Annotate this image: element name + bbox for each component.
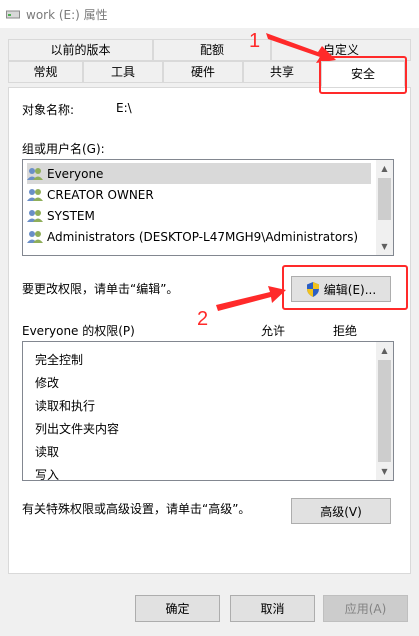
scroll-thumb[interactable] — [378, 360, 391, 462]
ok-button[interactable]: 确定 — [135, 595, 220, 622]
permissions-listbox[interactable]: 完全控制 修改 读取和执行 列出文件夹内容 读取 写入 ▲ ▼ — [22, 341, 394, 482]
tab-tools[interactable]: 工具 — [83, 61, 163, 83]
permission-full-control: 完全控制 — [35, 353, 84, 367]
tab-sharing[interactable]: 共享 — [243, 61, 321, 83]
security-panel: 对象名称: E:\ 组或用户名(G): Everyone CREATOR OWN… — [8, 87, 411, 574]
permission-list-folder: 列出文件夹内容 — [35, 422, 120, 436]
permissions-label: Everyone 的权限(P) — [22, 324, 135, 338]
scroll-up-icon[interactable]: ▲ — [376, 342, 393, 359]
annotation-box-edit-button — [282, 265, 408, 310]
scroll-down-icon[interactable]: ▼ — [376, 238, 393, 255]
object-name-label: 对象名称: — [22, 103, 75, 117]
change-hint: 要更改权限，请单击“编辑”。 — [22, 282, 179, 296]
user-name: CREATOR OWNER — [47, 187, 154, 202]
tab-previous-versions[interactable]: 以前的版本 — [8, 39, 153, 61]
drive-icon — [6, 10, 20, 19]
user-item-everyone[interactable]: Everyone — [27, 163, 371, 184]
scroll-up-icon[interactable]: ▲ — [376, 160, 393, 177]
tab-hardware[interactable]: 硬件 — [163, 61, 243, 83]
permission-read: 读取 — [35, 445, 60, 459]
window-title: work (E:) 属性 — [26, 8, 108, 22]
title-bar[interactable]: work (E:) 属性 — [0, 0, 419, 28]
users-icon — [27, 168, 43, 180]
tab-security[interactable]: 安全 — [321, 61, 405, 87]
cancel-button[interactable]: 取消 — [230, 595, 315, 622]
users-icon — [27, 189, 43, 201]
user-item-system[interactable]: SYSTEM — [27, 205, 95, 226]
user-item-administrators[interactable]: Administrators (DESKTOP-L47MGH9\Administ… — [27, 226, 358, 247]
user-name: SYSTEM — [47, 208, 95, 223]
permission-read-execute: 读取和执行 — [35, 399, 96, 413]
tab-general[interactable]: 常规 — [8, 61, 83, 83]
permission-modify: 修改 — [35, 376, 60, 390]
user-name: Administrators (DESKTOP-L47MGH9\Administ… — [47, 229, 359, 244]
apply-button[interactable]: 应用(A) — [323, 595, 408, 622]
scroll-down-icon[interactable]: ▼ — [376, 463, 393, 480]
groups-label: 组或用户名(G): — [22, 142, 105, 156]
permissions-vscroll[interactable]: ▲ ▼ — [376, 342, 393, 480]
users-icon — [27, 231, 43, 243]
advanced-button[interactable]: 高级(V) — [291, 498, 391, 524]
users-listbox[interactable]: Everyone CREATOR OWNER SYSTEM Administra… — [22, 159, 394, 256]
allow-column-header: 允许 — [261, 324, 286, 338]
users-vscroll[interactable]: ▲ ▼ — [376, 160, 393, 255]
permission-write: 写入 — [35, 468, 60, 482]
object-name-value: E:\ — [116, 101, 132, 115]
annotation-number-one: 1 — [249, 30, 261, 52]
user-name: Everyone — [47, 166, 104, 181]
advanced-hint: 有关特殊权限或高级设置，请单击“高级”。 — [22, 502, 251, 516]
annotation-number-two: 2 — [197, 308, 209, 330]
deny-column-header: 拒绝 — [333, 324, 358, 338]
scroll-thumb[interactable] — [378, 178, 391, 220]
user-item-creator-owner[interactable]: CREATOR OWNER — [27, 184, 154, 205]
users-icon — [27, 210, 43, 222]
